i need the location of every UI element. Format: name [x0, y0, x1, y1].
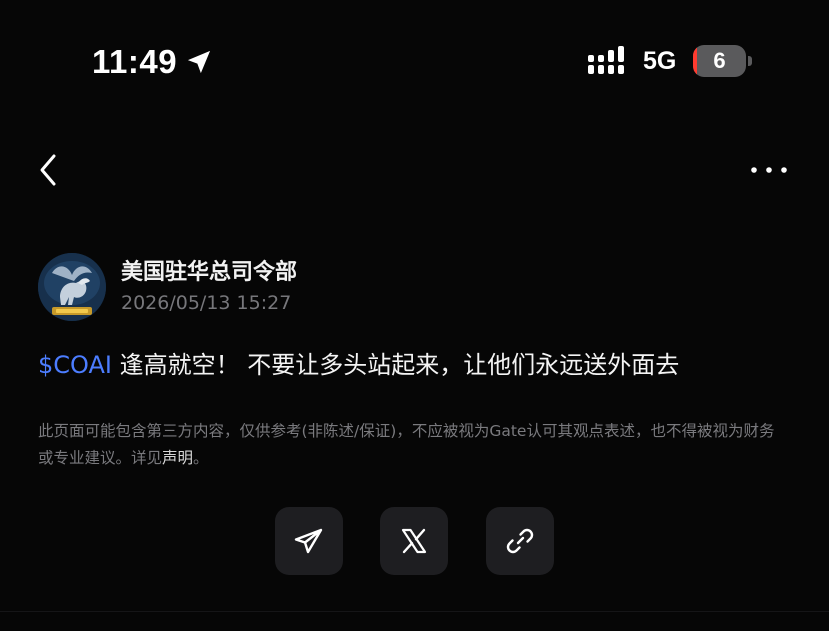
more-options-button[interactable]: [745, 155, 795, 185]
back-button[interactable]: [30, 148, 70, 192]
disclaimer-suffix: 。: [193, 449, 209, 467]
pegasus-avatar-image: [38, 253, 106, 321]
battery-level: 6: [713, 48, 726, 73]
ellipsis-icon: [751, 167, 787, 173]
chevron-left-icon: [40, 154, 56, 186]
ticker-link[interactable]: $COAI: [38, 351, 112, 379]
location-arrow-icon: [188, 50, 211, 74]
telegram-icon: [294, 528, 323, 554]
disclaimer: 此页面可能包含第三方内容，仅供参考(非陈述/保证)，不应被视为Gate认可其观点…: [38, 418, 788, 472]
battery-indicator: 6: [693, 45, 753, 77]
status-time: 11:49: [92, 43, 178, 80]
battery-cap: [748, 56, 752, 66]
share-telegram-button[interactable]: [275, 507, 343, 575]
status-bar: 11:49 5G 6: [0, 0, 829, 110]
link-icon: [506, 528, 534, 554]
author-name[interactable]: 美国驻华总司令部: [121, 254, 297, 286]
author-avatar[interactable]: [38, 253, 106, 321]
disclaimer-text: 此页面可能包含第三方内容，仅供参考(非陈述/保证)，不应被视为Gate认可其观点…: [38, 422, 775, 467]
time-group: 11:49: [92, 42, 213, 82]
share-x-button[interactable]: [380, 507, 448, 575]
cellular-signal-icon: [588, 46, 624, 74]
post-body-text: 逢高就空！ 不要让多头站起来，让他们永远送外面去: [112, 351, 680, 379]
battery-body: 6: [693, 45, 746, 77]
x-logo-icon: [401, 528, 427, 554]
statement-link[interactable]: 声明: [162, 449, 193, 467]
post-timestamp: 2026/05/13 15:27: [121, 292, 292, 314]
bottom-divider: [0, 611, 829, 612]
copy-link-button[interactable]: [486, 507, 554, 575]
post-content: $COAI 逢高就空！ 不要让多头站起来，让他们永远送外面去: [38, 347, 679, 383]
network-type: 5G: [643, 47, 677, 75]
share-row: [275, 507, 555, 575]
